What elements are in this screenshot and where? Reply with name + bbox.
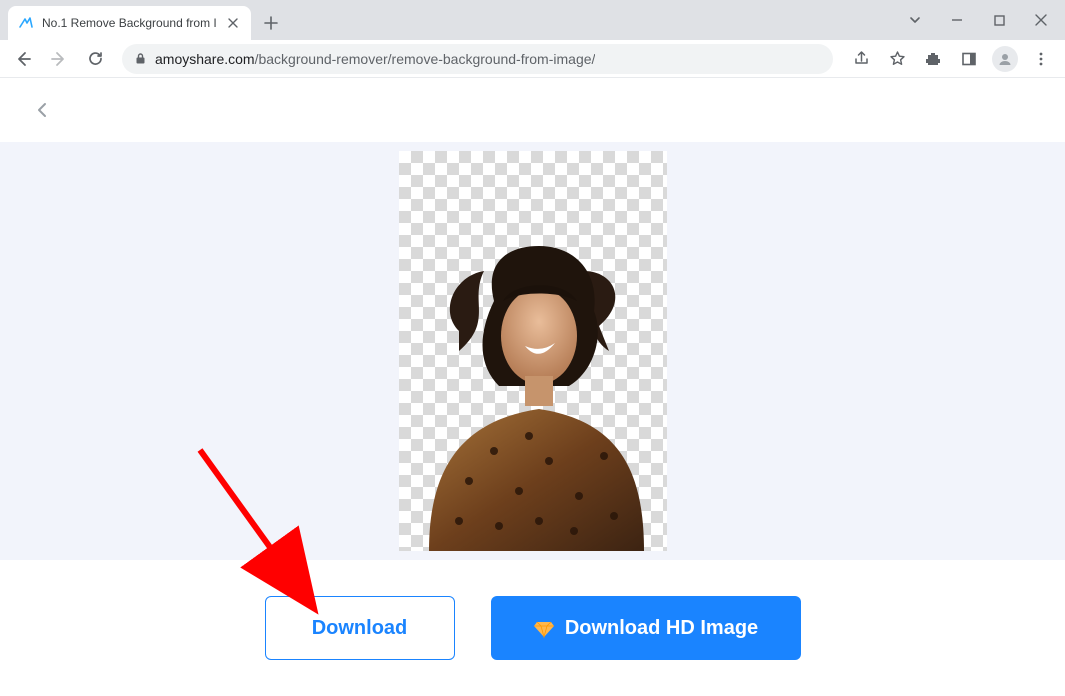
nav-back-button[interactable] <box>8 44 38 74</box>
url-domain: amoyshare.com <box>155 51 255 67</box>
page-header <box>0 78 1065 142</box>
nav-reload-button[interactable] <box>80 44 110 74</box>
window-minimize-button[interactable] <box>937 4 977 36</box>
tab-favicon-icon <box>18 15 34 31</box>
subject-cutout <box>399 151 667 551</box>
menu-kebab-icon[interactable] <box>1025 43 1057 75</box>
url-path: /background-remover/remove-background-fr… <box>255 51 596 67</box>
tab-close-icon[interactable] <box>225 15 241 31</box>
diamond-icon <box>533 617 555 639</box>
browser-tab[interactable]: No.1 Remove Background from I <box>8 6 251 40</box>
extensions-icon[interactable] <box>917 43 949 75</box>
result-image <box>399 151 667 551</box>
nav-forward-button[interactable] <box>44 44 74 74</box>
download-button-label: Download <box>312 617 408 640</box>
share-icon[interactable] <box>845 43 877 75</box>
download-hd-button-label: Download HD Image <box>565 617 758 640</box>
bookmark-star-icon[interactable] <box>881 43 913 75</box>
actions-bar: Download Download HD Image <box>0 560 1065 696</box>
result-canvas-area <box>0 142 1065 560</box>
address-bar[interactable]: amoyshare.com/background-remover/remove-… <box>122 44 833 74</box>
profile-avatar[interactable] <box>989 43 1021 75</box>
browser-titlebar: No.1 Remove Background from I <box>0 0 1065 40</box>
toolbar-right-icons <box>845 43 1057 75</box>
window-close-button[interactable] <box>1021 4 1061 36</box>
url-text: amoyshare.com/background-remover/remove-… <box>155 51 595 67</box>
tab-title: No.1 Remove Background from I <box>42 16 217 30</box>
page-back-button[interactable] <box>24 92 60 128</box>
tab-search-icon[interactable] <box>895 4 935 36</box>
browser-toolbar: amoyshare.com/background-remover/remove-… <box>0 40 1065 78</box>
download-button[interactable]: Download <box>265 596 455 660</box>
lock-icon <box>134 52 147 65</box>
window-controls <box>895 0 1061 40</box>
window-maximize-button[interactable] <box>979 4 1019 36</box>
download-hd-button[interactable]: Download HD Image <box>491 596 801 660</box>
side-panel-icon[interactable] <box>953 43 985 75</box>
new-tab-button[interactable] <box>257 9 285 37</box>
